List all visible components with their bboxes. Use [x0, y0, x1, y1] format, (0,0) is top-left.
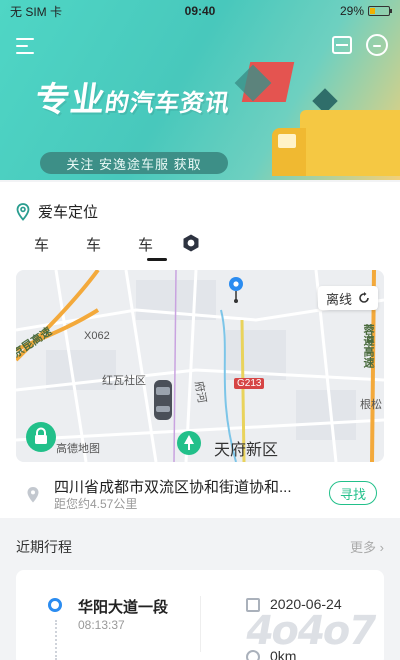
trip-start-dot-icon — [48, 598, 62, 612]
map-label-g213: G213 — [234, 378, 265, 389]
park-icon — [177, 431, 201, 455]
map-label-gaode: 高德地图 — [56, 443, 100, 455]
location-pin-icon — [16, 202, 30, 221]
message-icon[interactable] — [366, 34, 388, 56]
trip-start-time: 08:13:37 — [78, 618, 125, 632]
refresh-icon — [359, 292, 369, 303]
offline-label: 离线 — [325, 291, 352, 307]
more-label: 更多 — [350, 540, 377, 555]
address-pin-icon — [26, 486, 40, 504]
scan-icon[interactable] — [332, 36, 352, 54]
map-label-rongzun: 蓉遵高速 — [362, 324, 374, 368]
map-label-x062: X062 — [84, 330, 110, 342]
map-label-hongwa: 红瓦社区 — [102, 375, 146, 387]
tab-vehicle-1[interactable]: 车 — [34, 234, 86, 262]
add-vehicle-icon[interactable] — [182, 234, 200, 252]
status-bar: 无 SIM 卡 09:40 29% — [0, 0, 400, 22]
battery-icon — [368, 6, 392, 16]
location-title: 爱车定位 — [38, 204, 99, 221]
vehicle-map[interactable]: 京昆高速 X062 红瓦社区 府河 G213 蓉遵高速 根松 高德地图 天府新区… — [16, 270, 384, 462]
map-label-genpo: 根松 — [360, 399, 382, 411]
trips-more-link[interactable]: 更多 › — [350, 537, 384, 556]
banner-headline: 专业的汽车资讯 — [33, 72, 235, 121]
car-icon — [154, 380, 172, 420]
map-pin-icon — [229, 277, 243, 303]
trips-title: 近期行程 — [16, 539, 72, 555]
trip-start-place: 华阳大道一段 — [78, 599, 169, 616]
clock: 09:40 — [184, 4, 216, 18]
vehicle-distance: 距您约4.57公里 — [54, 497, 138, 511]
headline-part-1: 专业 — [32, 81, 109, 119]
site-watermark: 4o4o7 — [241, 608, 379, 654]
vehicle-address: 四川省成都市双流区协和街道协和... — [54, 479, 292, 496]
vehicle-tabs: 车 车 车 — [34, 234, 190, 262]
lock-button[interactable] — [26, 422, 56, 452]
trip-route-line — [55, 620, 57, 660]
promo-banner[interactable]: 专业的汽车资讯 关注 安逸途车服 获取 — [0, 0, 400, 180]
lock-icon — [35, 427, 47, 444]
headline-part-3: 汽车资讯 — [128, 90, 232, 117]
find-car-button[interactable]: 寻找 — [329, 481, 377, 505]
tab-vehicle-2[interactable]: 车 — [86, 234, 138, 262]
truck-illustration — [300, 110, 400, 176]
section-title: 爱车定位 — [16, 201, 98, 222]
offline-status[interactable]: 离线 — [317, 286, 378, 310]
truck-window — [278, 134, 296, 148]
banner-cta[interactable]: 关注 安逸途车服 获取 — [40, 152, 228, 174]
menu-icon[interactable] — [16, 38, 36, 54]
trip-divider — [200, 596, 201, 652]
map-label-tianfu: 天府新区 — [214, 442, 279, 459]
chevron-right-icon: › — [379, 540, 384, 555]
